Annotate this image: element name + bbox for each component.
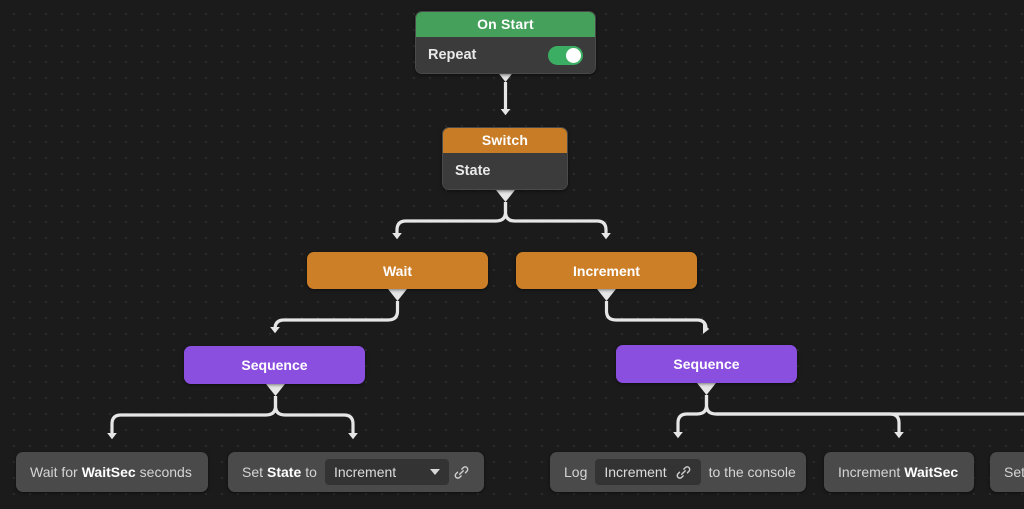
- wait-for-suffix: seconds: [139, 464, 192, 480]
- edge-increment-to-sequence-right: [604, 301, 711, 333]
- port-wait-out: [388, 289, 407, 301]
- port-increment-out: [597, 289, 616, 301]
- node-wait-title: Wait: [382, 262, 413, 279]
- port-switch-out: [496, 190, 515, 202]
- wait-for-variable: WaitSec: [81, 464, 136, 480]
- log-value-chip[interactable]: Increment: [595, 459, 701, 485]
- node-switch[interactable]: Switch State: [442, 127, 568, 190]
- edge-sequence-left-to-set-state: [273, 396, 358, 440]
- wait-for-prefix: Wait for: [30, 464, 78, 480]
- node-set-state[interactable]: Set State to Increment: [228, 452, 484, 492]
- repeat-toggle-knob: [566, 47, 581, 63]
- link-icon[interactable]: [453, 464, 470, 481]
- node-on-start-body: Repeat: [416, 37, 595, 73]
- port-sequence-left-out: [266, 384, 285, 396]
- node-increment[interactable]: Increment: [516, 252, 697, 289]
- node-increment-title: Increment: [573, 262, 640, 279]
- edge-wait-to-sequence-left: [270, 301, 400, 334]
- increment-waitsec-variable: WaitSec: [904, 464, 959, 480]
- connector-edges-layer: [107, 70, 1024, 440]
- set-state-dropdown[interactable]: Increment: [324, 459, 449, 485]
- set-offscreen-text: Set: [1004, 464, 1024, 480]
- set-state-mid: to: [305, 464, 317, 480]
- log-chip-value: Increment: [604, 464, 667, 480]
- node-sequence-right[interactable]: Sequence: [616, 345, 797, 383]
- set-state-prefix: Set: [242, 464, 264, 480]
- node-sequence-left[interactable]: Sequence: [184, 346, 365, 384]
- node-set-offscreen[interactable]: Set: [990, 452, 1024, 492]
- log-suffix: to the console: [708, 464, 796, 480]
- node-increment-waitsec[interactable]: Increment WaitSec: [824, 452, 974, 492]
- edge-sequence-left-to-wait-for: [107, 396, 278, 440]
- node-switch-title: Switch: [443, 128, 567, 153]
- node-log-to-console[interactable]: Log Increment to the console: [550, 452, 806, 492]
- chevron-down-icon: [429, 469, 440, 475]
- node-on-start[interactable]: On Start Repeat: [415, 11, 596, 74]
- node-on-start-title: On Start: [416, 12, 595, 37]
- repeat-label: Repeat: [428, 47, 477, 63]
- log-prefix: Log: [564, 464, 588, 480]
- edge-switch-to-wait: [392, 202, 508, 240]
- node-sequence-left-title: Sequence: [241, 357, 308, 373]
- set-state-dropdown-value: Increment: [333, 464, 397, 480]
- port-sequence-right-out: [697, 383, 716, 395]
- node-sequence-right-title: Sequence: [673, 356, 740, 372]
- switch-state-label: State: [455, 163, 491, 179]
- increment-waitsec-prefix: Increment: [838, 464, 901, 480]
- edge-sequence-right-to-log: [673, 395, 709, 439]
- repeat-toggle[interactable]: [548, 45, 583, 65]
- node-graph-canvas[interactable]: On Start Repeat Switch State Wait Increm…: [0, 0, 1024, 509]
- node-switch-body: State: [443, 153, 567, 189]
- node-wait[interactable]: Wait: [307, 252, 488, 289]
- link-icon[interactable]: [675, 464, 692, 481]
- set-state-variable: State: [267, 464, 302, 480]
- node-wait-for-seconds[interactable]: Wait for WaitSec seconds: [16, 452, 208, 492]
- edge-switch-to-increment: [503, 202, 611, 240]
- edge-sequence-right-to-increment-waitsec: [704, 395, 904, 439]
